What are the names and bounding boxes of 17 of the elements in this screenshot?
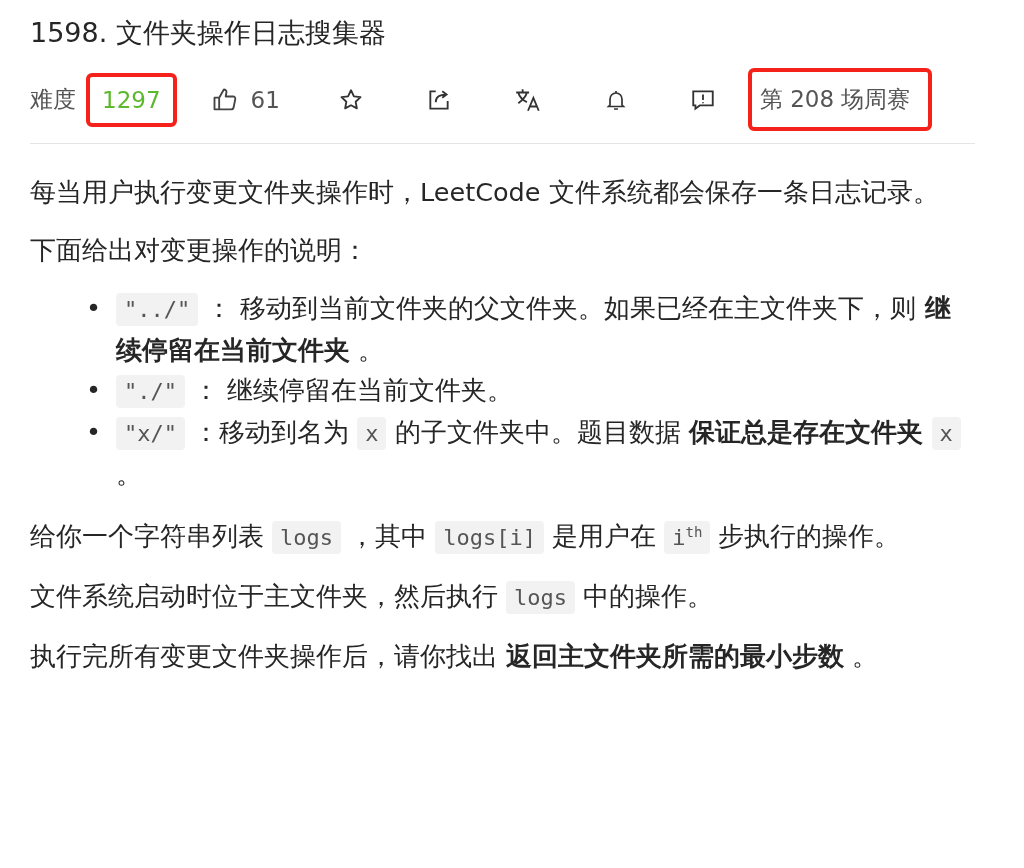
paragraph: 执行完所有变更文件夹操作后，请你找出 返回主文件夹所需的最小步数 。 bbox=[30, 640, 880, 674]
difficulty-label: 难度 bbox=[30, 85, 76, 114]
like-button[interactable]: 61 bbox=[210, 85, 280, 114]
bullet: • bbox=[86, 374, 103, 407]
list-item: "x/" ：移动到名为 x 的子文件夹中。题目数据 保证总是存在文件夹 x 。 bbox=[116, 412, 975, 494]
contest-link[interactable]: 第 208 场周赛 bbox=[747, 68, 933, 131]
list-item: "../" ： 移动到当前文件夹的父文件夹。如果已经在主文件夹下，则 继续停留在当前文件夹 。 bbox=[116, 292, 952, 367]
bullet: • bbox=[86, 292, 103, 325]
translate-icon[interactable] bbox=[513, 86, 542, 113]
paragraph: 每当用户执行变更文件夹操作时，LeetCode 文件系统都会保存一条日志记录。 bbox=[30, 176, 940, 209]
paragraph: 文件系统启动时位于主文件夹，然后执行 logs 中的操作。 bbox=[30, 576, 975, 619]
difficulty-rating: 1297 bbox=[86, 72, 177, 127]
bullet: • bbox=[86, 416, 103, 449]
list-item: "./" ： 继续停留在当前文件夹。 bbox=[116, 370, 975, 412]
paragraph: 给你一个字符串列表 logs ，其中 logs[i] 是用户在 i$^{th}$ 步执行的操作。 bbox=[30, 512, 975, 559]
paragraph: 下面给出对变更操作的说明： bbox=[30, 234, 369, 267]
problem-title: 1598. 文件夹操作日志搜集器 bbox=[30, 16, 387, 50]
